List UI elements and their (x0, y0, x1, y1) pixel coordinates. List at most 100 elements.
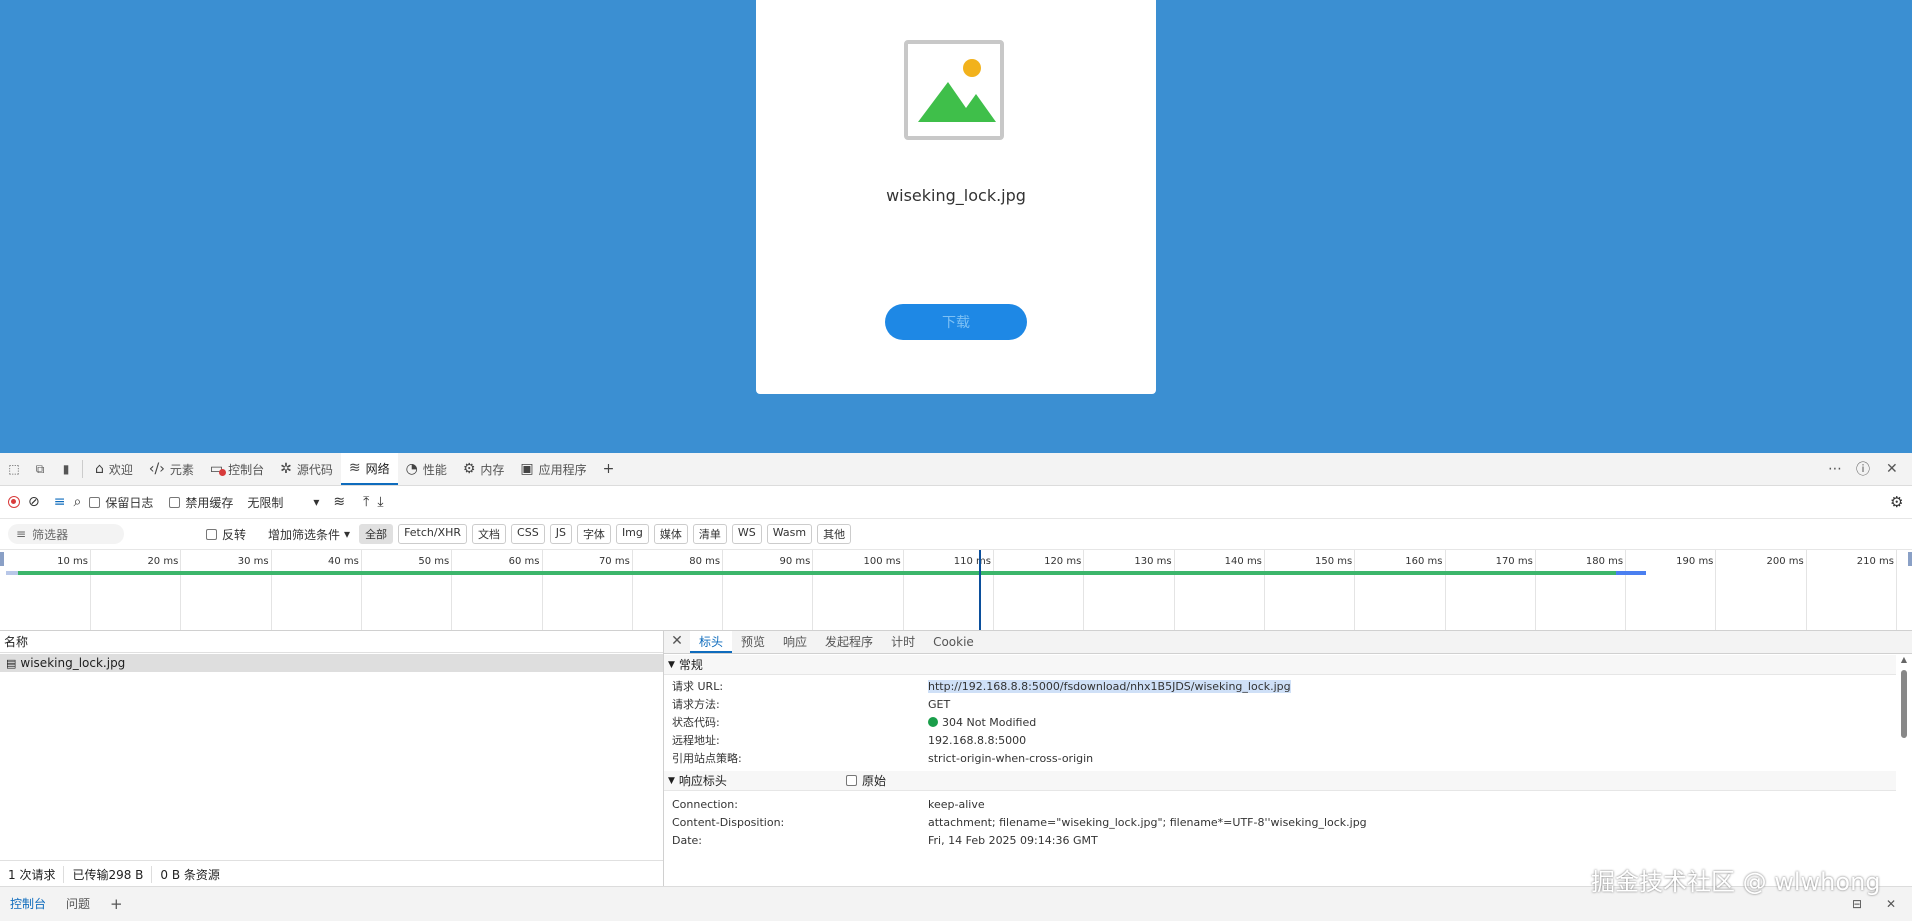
bug-icon: ✲ (280, 461, 292, 477)
general-row-url: 请求 URL: http://192.168.8.8:5000/fsdownloa… (672, 679, 1291, 693)
timeline-tick: 200 ms (1766, 550, 1807, 630)
network-toolbar: ⊘ ≡ ⌕ 保留日志 禁用缓存 无限制 ▾ ≋ ⤒ ⤓ ⚙ (0, 486, 1912, 519)
scroll-up-icon[interactable]: ▲ (1899, 655, 1909, 664)
request-list-header[interactable]: 名称 (0, 631, 663, 653)
response-headers-section-header[interactable]: ▼ 响应标头 原始 (664, 771, 1896, 791)
disable-cache-checkbox[interactable]: 禁用缓存 (169, 494, 233, 511)
page-viewport: wiseking_lock.jpg 下载 (0, 0, 1912, 453)
download-button[interactable]: 下载 (885, 304, 1027, 340)
raw-checkbox[interactable]: 原始 (846, 772, 886, 789)
timeline-tick-label: 110 ms (953, 556, 991, 567)
tab-network[interactable]: ≋ 网络 (340, 453, 398, 485)
filter-chip[interactable]: 其他 (817, 524, 852, 544)
timeline-scroll-left-handle[interactable] (0, 552, 4, 566)
preserve-log-checkbox[interactable]: 保留日志 (89, 494, 153, 511)
tab-memory[interactable]: ⚙ 内存 (455, 453, 513, 485)
add-drawer-tab-icon[interactable]: + (100, 887, 133, 921)
timeline-tick: 130 ms (1134, 550, 1175, 630)
tab-sources[interactable]: ✲ 源代码 (272, 453, 341, 485)
timeline-tick-label: 50 ms (418, 556, 450, 567)
devtools-panel: ⬚ ⧉ ▮ ⌂ 欢迎 ‹/› 元素 ▭ 控制台 ✲ 源代码 ≋ 网络 ◔ 性能 ⚙ 内存 ▣ 应… (0, 453, 1912, 921)
filter-chip[interactable]: 文档 (472, 524, 507, 544)
timeline-tick: 60 ms (509, 550, 543, 630)
request-row[interactable]: ▤ wiseking_lock.jpg (0, 654, 663, 672)
record-icon[interactable] (8, 496, 20, 508)
timeline-tick-label: 120 ms (1044, 556, 1082, 567)
timeline-tick: 210 ms (1857, 550, 1897, 630)
add-tab-button[interactable]: + (595, 453, 628, 485)
more-filters-dropdown[interactable]: 增加筛选条件 ▾ (268, 526, 350, 543)
network-conditions-icon[interactable]: ≋ (333, 494, 345, 510)
dock-icon[interactable]: ▮ (54, 457, 78, 481)
timeline-tick: 80 ms (689, 550, 724, 630)
tab-performance[interactable]: ◔ 性能 (398, 453, 455, 485)
filter-chip[interactable]: CSS (511, 524, 545, 544)
close-icon[interactable]: ✕ (1886, 453, 1898, 485)
timeline-tick-label: 90 ms (779, 556, 811, 567)
timeline-tick-label: 180 ms (1585, 556, 1624, 567)
timeline-tick: 30 ms (238, 550, 272, 630)
detail-scrollbar[interactable]: ▲ (1899, 655, 1909, 886)
console-icon: ▭ (210, 461, 226, 477)
filter-input[interactable]: ≡ 筛选器 (8, 524, 124, 544)
device-toolbar-icon[interactable]: ⧉ (28, 457, 52, 481)
throttle-dropdown-icon[interactable]: ▾ (313, 495, 319, 509)
timeline-scroll-right-handle[interactable] (1908, 552, 1912, 566)
drawer-tab-issues[interactable]: 问题 (56, 887, 100, 921)
timeline-tick: 50 ms (418, 550, 453, 630)
more-icon[interactable]: ⋯ (1828, 453, 1842, 485)
filter-chip[interactable]: 清单 (692, 524, 727, 544)
filter-chip[interactable]: 媒体 (653, 524, 688, 544)
triangle-down-icon: ▼ (668, 775, 675, 786)
filter-bar: ≡ 筛选器 反转 增加筛选条件 ▾ 全部 Fetch/XHR 文档 CSS JS 字体 Img 媒… (0, 519, 1912, 550)
tab-welcome[interactable]: ⌂ 欢迎 (87, 453, 141, 485)
filter-toggle-icon[interactable]: ≡ (54, 494, 66, 510)
import-har-icon[interactable]: ⤒ (363, 494, 369, 510)
network-summary: 1 次请求 已传输298 B 0 B 条资源 (0, 860, 663, 887)
dock-drawer-icon[interactable]: ⊟ (1852, 897, 1862, 911)
inspect-icon[interactable]: ⬚ (2, 457, 26, 481)
tab-cookies[interactable]: Cookie (924, 631, 983, 653)
timeline-bar-download (18, 571, 1616, 575)
timeline-tick: 100 ms (863, 550, 904, 630)
tab-response[interactable]: 响应 (774, 631, 816, 653)
tab-console[interactable]: ▭ 控制台 (202, 453, 272, 485)
timeline-tick-label: 30 ms (237, 556, 269, 567)
search-icon[interactable]: ⌕ (73, 494, 81, 510)
close-detail-icon[interactable]: ✕ (664, 631, 690, 653)
timeline-tick: 180 ms (1586, 550, 1627, 630)
timeline-tick: 10 ms (57, 550, 91, 630)
timeline-tick-label: 150 ms (1314, 556, 1353, 567)
filter-chip[interactable]: JS (549, 524, 572, 544)
filter-chip[interactable]: 全部 (359, 524, 394, 544)
filter-chip[interactable]: Fetch/XHR (398, 524, 468, 544)
tab-headers[interactable]: 标头 (690, 631, 733, 653)
file-name: wiseking_lock.jpg (886, 186, 1026, 205)
watermark: 掘金技术社区 @ wlwhong (1591, 868, 1881, 896)
export-har-icon[interactable]: ⤓ (377, 494, 383, 510)
clear-icon[interactable]: ⊘ (28, 494, 40, 510)
drawer-tab-console[interactable]: 控制台 (0, 887, 56, 921)
timeline-tick: 70 ms (599, 550, 633, 630)
close-drawer-icon[interactable]: ✕ (1886, 897, 1896, 911)
invert-checkbox[interactable]: 反转 (206, 526, 246, 543)
tab-timing[interactable]: 计时 (882, 631, 924, 653)
filter-chip[interactable]: Img (615, 524, 649, 544)
help-icon[interactable]: ⓘ (1856, 453, 1870, 485)
tab-elements[interactable]: ‹/› 元素 (141, 453, 202, 485)
settings-icon[interactable]: ⚙ (1890, 493, 1903, 511)
filter-chip[interactable]: WS (731, 524, 762, 544)
filter-chip[interactable]: Wasm (766, 524, 813, 544)
timeline-tick-label: 40 ms (328, 556, 359, 567)
network-timeline[interactable]: 210 ms 200 ms 190 ms 180 ms 170 ms 160 ms 150 … (0, 550, 1912, 631)
tab-application[interactable]: ▣ 应用程序 (512, 453, 594, 485)
general-section-header[interactable]: ▼ 常规 (664, 655, 1896, 675)
memory-icon: ⚙ (462, 461, 476, 477)
scroll-thumb[interactable] (1901, 670, 1907, 738)
chevron-down-icon: ▾ (344, 527, 351, 541)
filter-chip[interactable]: 字体 (576, 524, 611, 544)
tab-preview[interactable]: 预览 (732, 631, 774, 653)
timeline-bar-tail (1616, 571, 1646, 575)
throttle-select[interactable]: 无限制 (247, 494, 283, 511)
tab-initiator[interactable]: 发起程序 (816, 631, 882, 653)
